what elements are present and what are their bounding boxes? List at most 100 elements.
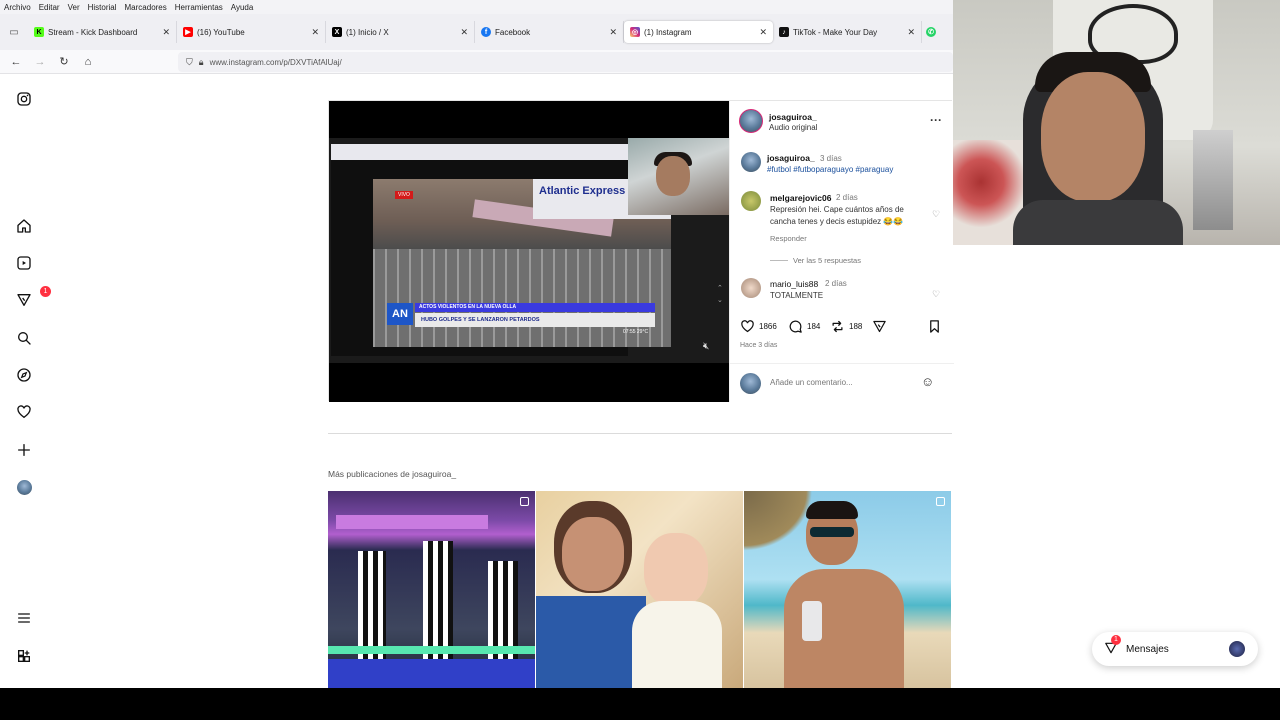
close-tab-icon[interactable]: ✕: [460, 27, 468, 38]
messages-button[interactable]: 1 Mensajes: [1092, 632, 1258, 666]
shield-icon[interactable]: ⛉: [186, 57, 193, 68]
save-button[interactable]: [927, 319, 942, 334]
tab-title: Facebook: [495, 27, 531, 37]
mute-icon[interactable]: 🔇︎: [703, 341, 709, 352]
home-nav-icon[interactable]: [14, 216, 34, 236]
facebook-icon: f: [481, 27, 491, 37]
url-text[interactable]: www.instagram.com/p/DXVTiAfAlUaj/: [210, 58, 342, 67]
menu-archivo[interactable]: Archivo: [4, 3, 31, 12]
tab-facebook[interactable]: f Facebook ✕: [475, 21, 624, 43]
menu-ver[interactable]: Ver: [68, 3, 80, 12]
threads-more-icon[interactable]: [14, 646, 34, 666]
home-icon[interactable]: ⌂: [76, 56, 100, 68]
menu-ayuda[interactable]: Ayuda: [231, 3, 254, 12]
close-tab-icon[interactable]: ✕: [907, 27, 915, 38]
commenter-avatar[interactable]: [741, 278, 761, 298]
player-jersey: [423, 541, 453, 661]
video-player[interactable]: Atlantic Express VIVO AN ACTOS VIOLENTOS…: [329, 101, 729, 402]
tab-tiktok[interactable]: ♪ TikTok - Make Your Day ✕: [773, 21, 922, 43]
repost-button[interactable]: 188: [830, 319, 862, 334]
tab-title: (1) Instagram: [644, 27, 692, 37]
comments-count: 184: [807, 322, 821, 331]
caption-hashtags[interactable]: #futbol #futboparaguayo #paraguay: [767, 165, 893, 174]
commenter-avatar[interactable]: [741, 191, 761, 211]
comment-time: 2 días: [836, 193, 858, 202]
close-tab-icon[interactable]: ✕: [759, 27, 767, 38]
like-button[interactable]: 1866: [740, 319, 777, 334]
menu-hamburger-icon[interactable]: [14, 608, 34, 628]
youtube-icon: ▶: [183, 27, 193, 37]
more-options-icon[interactable]: ···: [930, 113, 942, 127]
person-shirt: [1013, 200, 1183, 245]
repost-icon: [832, 320, 843, 333]
tab-whatsapp[interactable]: ✆: [922, 21, 942, 43]
video-scroll-controls: ⌃ ⌄: [717, 285, 723, 304]
caption-avatar[interactable]: [741, 152, 761, 172]
comment-username[interactable]: melgarejovic06: [770, 193, 831, 203]
search-icon[interactable]: [14, 328, 34, 348]
back-icon[interactable]: ←: [4, 56, 28, 68]
tab-youtube[interactable]: ▶ (16) YouTube ✕: [177, 21, 326, 43]
post-date: Hace 3 días: [740, 342, 778, 349]
share-button[interactable]: [872, 319, 887, 334]
browser-window: Archivo Editar Ver Historial Marcadores …: [0, 0, 1280, 688]
comment-time: 2 días: [825, 279, 847, 288]
tiktok-icon: ♪: [779, 27, 789, 37]
menu-editar[interactable]: Editar: [39, 3, 60, 12]
more-posts-grid: [328, 491, 951, 688]
profile-avatar[interactable]: [14, 477, 34, 497]
navigation-bar: ← → ↻ ⌂ ⛉ 🔒︎ www.instagram.com/p/DXVTiAf…: [0, 50, 953, 74]
menu-historial[interactable]: Historial: [88, 3, 117, 12]
caption-username[interactable]: josaguiroa_: [767, 153, 815, 163]
post-thumbnail-3[interactable]: [744, 491, 951, 688]
messages-avatar: [1229, 641, 1245, 657]
tumbler: [802, 601, 822, 641]
tab-x[interactable]: X (1) Inicio / X ✕: [326, 21, 475, 43]
kick-icon: K: [34, 27, 44, 37]
comment-username[interactable]: mario_luis88: [770, 279, 818, 289]
add-comment-input[interactable]: Añade un comentario...: [770, 378, 910, 387]
tv-broadcast: Atlantic Express VIVO AN ACTOS VIOLENTOS…: [373, 179, 671, 347]
audio-label[interactable]: Audio original: [769, 123, 817, 132]
view-replies-link[interactable]: Ver las 5 respuestas: [793, 256, 861, 265]
section-divider: [328, 433, 952, 434]
lower-third: AN ACTOS VIOLENTOS EN LA NUEVA OLLA HUBO…: [387, 303, 657, 335]
menu-marcadores[interactable]: Marcadores: [125, 3, 167, 12]
stage-banner: [328, 659, 535, 688]
post-thumbnail-2[interactable]: [536, 491, 743, 688]
explore-icon[interactable]: [14, 365, 34, 385]
tab-kick[interactable]: K Stream - Kick Dashboard ✕: [28, 21, 177, 43]
create-plus-icon[interactable]: [14, 440, 34, 460]
share-icon: [873, 320, 886, 333]
baby-face: [644, 533, 708, 607]
address-bar[interactable]: ⛉ 🔒︎ www.instagram.com/p/DXVTiAfAlUaj/: [178, 52, 953, 72]
messages-badge: 1: [1111, 634, 1121, 645]
author-avatar[interactable]: [739, 109, 763, 133]
comment-like-icon[interactable]: ♡: [932, 289, 940, 300]
close-tab-icon[interactable]: ✕: [311, 27, 319, 38]
heart-icon[interactable]: [14, 402, 34, 422]
author-username[interactable]: josaguiroa_: [769, 112, 817, 122]
more-posts-title: Más publicaciones de josaguiroa_: [328, 469, 457, 479]
forward-icon[interactable]: →: [28, 56, 52, 68]
tab-instagram[interactable]: ◎ (1) Instagram ✕: [624, 21, 773, 43]
reels-icon[interactable]: [14, 253, 34, 273]
close-tab-icon[interactable]: ✕: [162, 27, 170, 38]
messages-nav-icon[interactable]: 1: [14, 286, 51, 310]
reload-icon[interactable]: ↻: [52, 55, 76, 68]
menu-herramientas[interactable]: Herramientas: [175, 3, 223, 12]
reply-link[interactable]: Responder: [770, 234, 807, 243]
baby-dress: [632, 601, 722, 688]
comment-button[interactable]: 184: [788, 319, 820, 334]
woman-face: [562, 517, 624, 591]
emoji-icon[interactable]: ☺: [921, 374, 934, 389]
tab-title: (16) YouTube: [197, 27, 245, 37]
video-frame: Atlantic Express VIVO AN ACTOS VIOLENTOS…: [329, 138, 729, 363]
comment-like-icon[interactable]: ♡: [932, 209, 940, 220]
woman-blouse: [536, 596, 646, 688]
tab-overview-icon[interactable]: ▭: [0, 14, 28, 50]
close-tab-icon[interactable]: ✕: [609, 27, 617, 38]
instagram-logo-icon[interactable]: [14, 89, 34, 109]
post-thumbnail-1[interactable]: [328, 491, 535, 688]
post-sidebar: josaguiroa_ Audio original ··· josaguiro…: [729, 101, 954, 402]
